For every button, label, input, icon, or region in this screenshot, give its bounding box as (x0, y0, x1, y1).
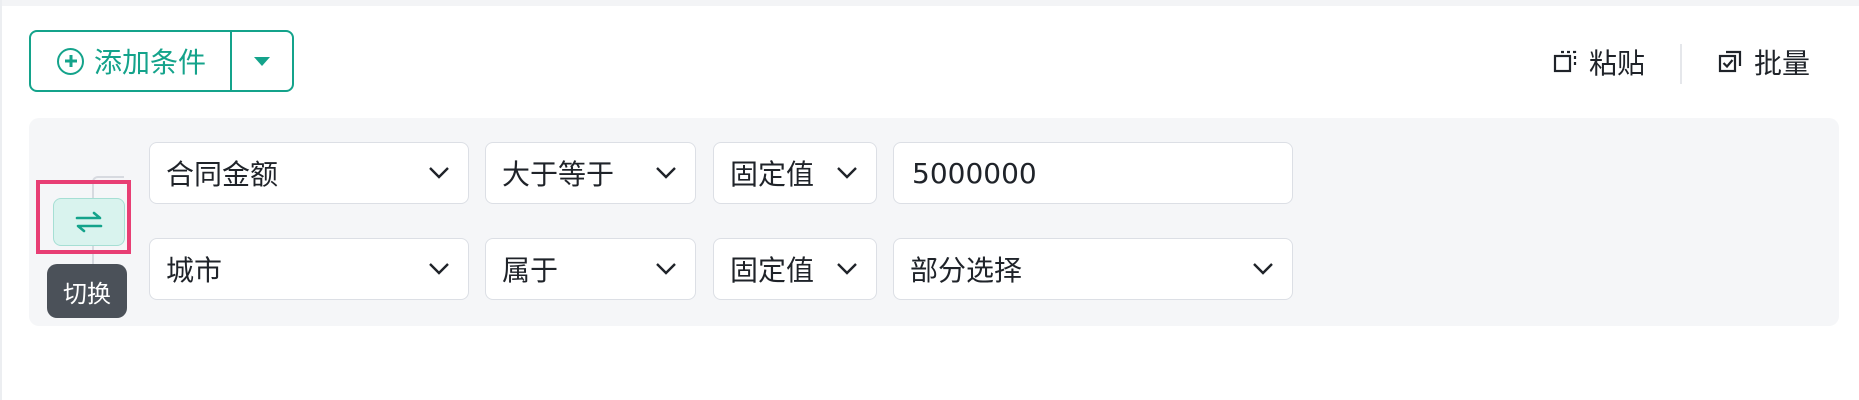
condition-1-value-type-value: 固定值 (730, 158, 815, 191)
chevron-down-icon (1253, 263, 1273, 275)
condition-1-value-text: 5000000 (912, 156, 1037, 190)
swap-arrows-icon (75, 211, 103, 233)
condition-1-value-type-select[interactable]: 固定值 (713, 142, 877, 204)
chevron-down-icon (656, 263, 676, 275)
condition-2-operator-select[interactable]: 属于 (485, 238, 696, 300)
condition-1-operator-select[interactable]: 大于等于 (485, 142, 696, 204)
batch-checkbox-icon (1718, 50, 1742, 73)
batch-tool[interactable]: 批量 (1718, 44, 1810, 80)
chevron-down-icon (429, 167, 449, 179)
condition-1-value-input[interactable]: 5000000 (893, 142, 1293, 204)
condition-2-value-text: 部分选择 (910, 254, 1023, 287)
condition-2-value-type-select[interactable]: 固定值 (713, 238, 877, 300)
paste-tool[interactable]: 粘贴 (1553, 44, 1645, 80)
add-condition-button-group: 添加条件 (29, 30, 294, 92)
paste-icon (1553, 50, 1577, 73)
condition-2-value-select[interactable]: 部分选择 (893, 238, 1293, 300)
condition-2-value-type-value: 固定值 (730, 254, 815, 287)
plus-circle-icon (57, 47, 84, 75)
condition-2-field-select[interactable]: 城市 (149, 238, 469, 300)
switch-logic-button[interactable] (53, 198, 125, 246)
paste-label: 粘贴 (1589, 47, 1646, 80)
chevron-down-icon (837, 167, 857, 179)
switch-tooltip: 切换 (47, 264, 127, 318)
chevron-down-icon (656, 167, 676, 179)
left-border (0, 0, 2, 400)
top-border (0, 0, 1859, 6)
chevron-down-icon (837, 263, 857, 275)
add-condition-dropdown-button[interactable] (232, 32, 292, 90)
chevron-down-icon (429, 263, 449, 275)
toolbar-divider (1680, 44, 1682, 84)
batch-label: 批量 (1754, 47, 1811, 80)
caret-down-icon (254, 56, 270, 66)
condition-1-operator-value: 大于等于 (502, 158, 615, 191)
condition-1-field-value: 合同金额 (166, 158, 279, 191)
add-condition-label: 添加条件 (94, 46, 207, 79)
add-condition-button[interactable]: 添加条件 (31, 32, 232, 90)
condition-1-field-select[interactable]: 合同金额 (149, 142, 469, 204)
condition-2-field-value: 城市 (166, 254, 223, 287)
condition-2-operator-value: 属于 (502, 254, 559, 287)
